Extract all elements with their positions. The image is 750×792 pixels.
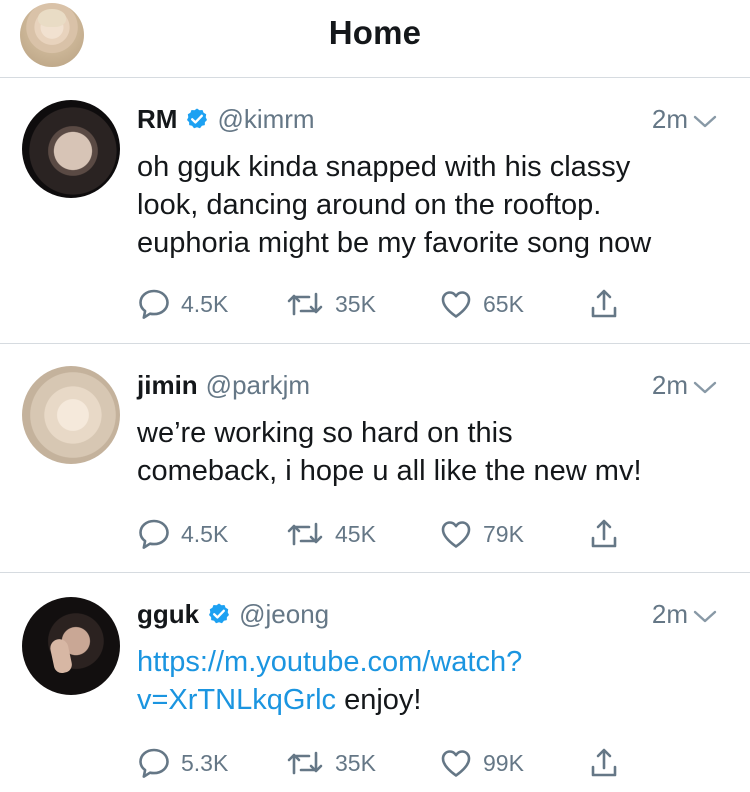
share-icon xyxy=(587,287,621,321)
retweet-icon xyxy=(285,287,325,321)
timestamp: 2m xyxy=(651,599,688,629)
tweet-link[interactable]: v=XrTNLkqGrlc xyxy=(137,684,336,716)
tweet-author-line: gguk @jeong xyxy=(137,599,329,633)
like-button[interactable]: 79K xyxy=(439,516,524,552)
tweet-actions: 4.5K 45K 79K xyxy=(137,516,657,552)
tweet-text-line: oh gguk kinda snapped with his classy xyxy=(137,151,631,183)
retweet-button[interactable]: 35K xyxy=(285,745,376,781)
chevron-down-icon[interactable] xyxy=(692,601,718,632)
page-title: Home xyxy=(328,14,422,51)
reply-icon xyxy=(137,746,171,780)
reply-icon xyxy=(137,517,171,551)
share-icon xyxy=(587,517,621,551)
author-handle[interactable]: @parkjm xyxy=(206,370,310,400)
tweet-text-line: euphoria might be my favorite song now xyxy=(137,227,652,259)
tweet-actions: 5.3K 35K 99K xyxy=(137,745,657,781)
like-button[interactable]: 99K xyxy=(439,745,524,781)
retweet-count: 35K xyxy=(335,749,376,776)
like-count: 99K xyxy=(483,749,524,776)
tweet-text: oh gguk kinda snapped with his classy lo… xyxy=(137,148,727,262)
verified-badge-icon xyxy=(185,107,209,138)
chevron-down-icon[interactable] xyxy=(692,106,718,137)
share-button[interactable] xyxy=(587,745,621,781)
reply-button[interactable]: 4.5K xyxy=(137,286,228,322)
share-button[interactable] xyxy=(587,286,621,322)
author-handle[interactable]: @kimrm xyxy=(217,104,314,134)
author-name[interactable]: RM xyxy=(137,104,177,134)
chevron-down-icon[interactable] xyxy=(692,372,718,403)
tweet-card[interactable]: RM @kimrm 2m oh gguk kinda snapped with h… xyxy=(0,78,750,344)
like-button[interactable]: 65K xyxy=(439,286,524,322)
author-name[interactable]: jimin xyxy=(137,370,198,400)
retweet-button[interactable]: 35K xyxy=(285,286,376,322)
tweet-author-line: jimin @parkjm xyxy=(137,370,310,401)
retweet-count: 45K xyxy=(335,520,376,547)
reply-count: 4.5K xyxy=(181,290,229,317)
tweet-link-line-1: https://m.youtube.com/watch? xyxy=(137,643,727,681)
tweet-time: 2m xyxy=(652,599,718,632)
share-button[interactable] xyxy=(587,516,621,552)
heart-icon xyxy=(439,746,473,780)
tweet-text: https://m.youtube.com/watch? v=XrTNLkqGr… xyxy=(137,643,727,719)
tweet-card[interactable]: gguk @jeong 2m https://m.youtube.com/watc… xyxy=(0,573,750,792)
reply-count: 5.3K xyxy=(181,749,229,776)
timestamp: 2m xyxy=(651,370,688,400)
like-count: 65K xyxy=(483,290,524,317)
tweet-text: we’re working so hard on this comeback, … xyxy=(137,414,727,490)
retweet-count: 35K xyxy=(335,290,376,317)
tweet-time: 2m xyxy=(652,370,718,403)
tweet-text-after-link: enjoy! xyxy=(336,684,422,716)
tweet-author-avatar[interactable] xyxy=(22,597,120,695)
tweet-actions: 4.5K 35K 65K xyxy=(137,286,657,322)
reply-button[interactable]: 5.3K xyxy=(137,745,228,781)
top-nav-bar: Home xyxy=(0,0,750,78)
timestamp: 2m xyxy=(651,104,688,134)
avatar-hand-shape xyxy=(48,637,74,675)
tweet-card[interactable]: jimin @parkjm 2m we’re working so hard on… xyxy=(0,344,750,573)
heart-icon xyxy=(439,517,473,551)
retweet-icon xyxy=(285,517,325,551)
heart-icon xyxy=(439,287,473,321)
reply-count: 4.5K xyxy=(181,520,229,547)
retweet-icon xyxy=(285,746,325,780)
tweet-link[interactable]: https://m.youtube.com/watch? xyxy=(137,646,522,678)
tweet-link-line-2: v=XrTNLkqGrlc enjoy! xyxy=(137,681,727,719)
tweet-time: 2m xyxy=(652,104,718,137)
like-count: 79K xyxy=(483,520,524,547)
verified-badge-icon xyxy=(207,602,231,633)
tweet-author-avatar[interactable] xyxy=(22,100,120,198)
reply-icon xyxy=(137,287,171,321)
reply-button[interactable]: 4.5K xyxy=(137,516,228,552)
tweet-text-line: we’re working so hard on this xyxy=(137,417,513,449)
retweet-button[interactable]: 45K xyxy=(285,516,376,552)
tweet-author-avatar[interactable] xyxy=(22,366,120,464)
tweet-text-line: look, dancing around on the rooftop. xyxy=(137,189,602,221)
tweet-text-line: comeback, i hope u all like the new mv! xyxy=(137,455,642,487)
share-icon xyxy=(587,746,621,780)
tweet-author-line: RM @kimrm xyxy=(137,104,315,138)
author-handle[interactable]: @jeong xyxy=(239,599,329,629)
author-name[interactable]: gguk xyxy=(137,599,199,629)
